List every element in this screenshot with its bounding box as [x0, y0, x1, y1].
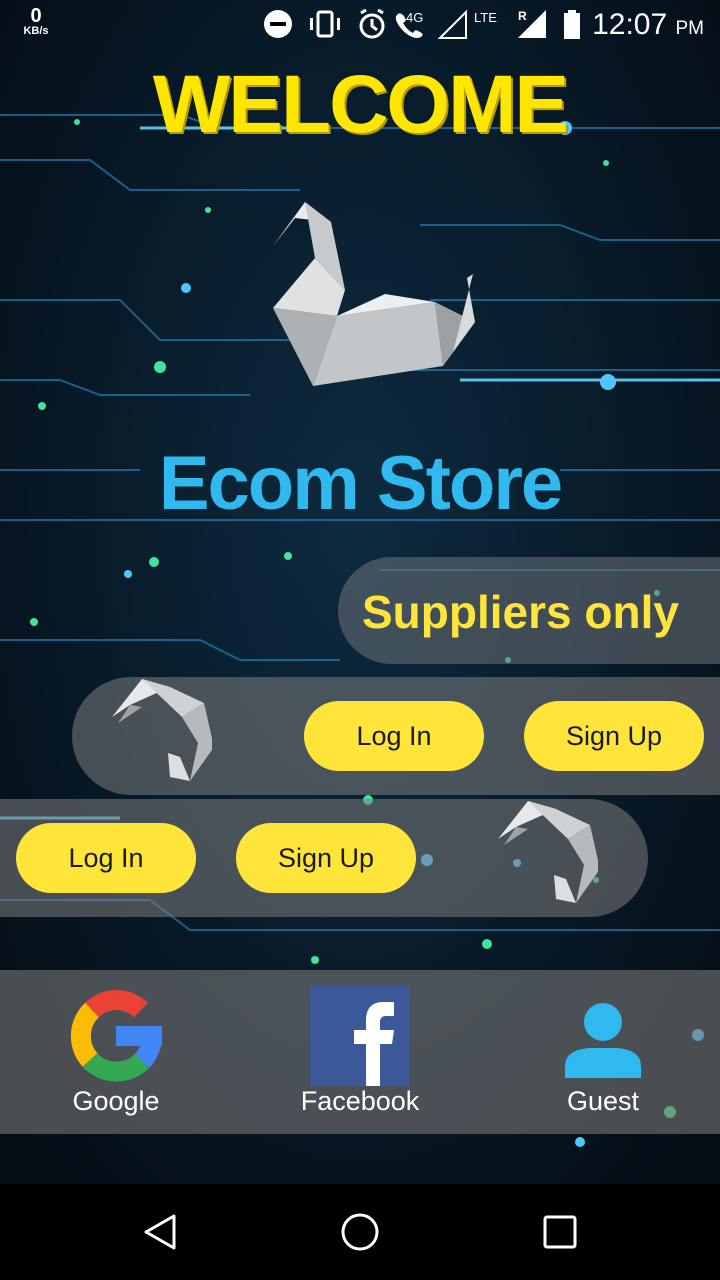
welcome-title: WELCOME	[152, 59, 569, 150]
supplier-auth-row: Log In Sign Up	[72, 677, 720, 795]
google-icon	[70, 989, 163, 1082]
supplier-login-button[interactable]: Log In	[304, 701, 484, 771]
origami-swan-logo	[273, 202, 475, 386]
alarm-icon	[359, 8, 385, 39]
swan-head-icon	[498, 801, 598, 903]
roaming-indicator: R	[518, 9, 527, 23]
customer-login-button[interactable]: Log In	[16, 823, 196, 893]
do-not-disturb-icon	[264, 10, 292, 38]
network-speed-unit: KB/s	[23, 25, 49, 37]
facebook-login-button[interactable]: Facebook	[260, 986, 460, 1126]
status-bar: 0 KB/s 4G LTE R 12:07 PM	[0, 0, 720, 48]
clock: 12:07 PM	[592, 8, 704, 42]
clock-time: 12:07	[592, 8, 668, 41]
person-icon	[565, 1003, 641, 1078]
supplier-signup-button[interactable]: Sign Up	[524, 701, 704, 771]
social-login-bar: Google Facebook Guest	[0, 970, 720, 1134]
suppliers-only-label: Suppliers only	[362, 586, 679, 638]
battery-icon	[564, 10, 580, 39]
facebook-icon	[310, 986, 410, 1086]
network-speed: 0 KB/s	[16, 6, 56, 37]
customer-signup-button[interactable]: Sign Up	[236, 823, 416, 893]
lte-label: LTE	[474, 10, 497, 25]
clock-ampm: PM	[675, 18, 705, 39]
swan-head-icon	[112, 679, 212, 781]
guest-login-button[interactable]: Guest	[503, 986, 703, 1126]
facebook-label: Facebook	[300, 1086, 420, 1116]
google-label: Google	[72, 1086, 160, 1116]
guest-label: Guest	[566, 1086, 640, 1116]
vibrate-icon	[310, 10, 340, 38]
network-speed-value: 0	[30, 5, 42, 27]
status-icons: 4G LTE R	[264, 8, 580, 39]
network-type: 4G	[406, 10, 423, 25]
google-login-button[interactable]: Google	[16, 986, 216, 1126]
recents-icon[interactable]	[530, 1208, 590, 1256]
back-icon[interactable]	[130, 1208, 190, 1256]
signal-empty-icon	[437, 9, 467, 39]
customer-auth-row: Log In Sign Up	[0, 799, 648, 917]
store-name: Ecom Store	[158, 441, 563, 526]
navigation-bar	[0, 1184, 720, 1280]
suppliers-only-banner: Suppliers only	[338, 557, 720, 664]
home-icon[interactable]	[330, 1208, 390, 1256]
